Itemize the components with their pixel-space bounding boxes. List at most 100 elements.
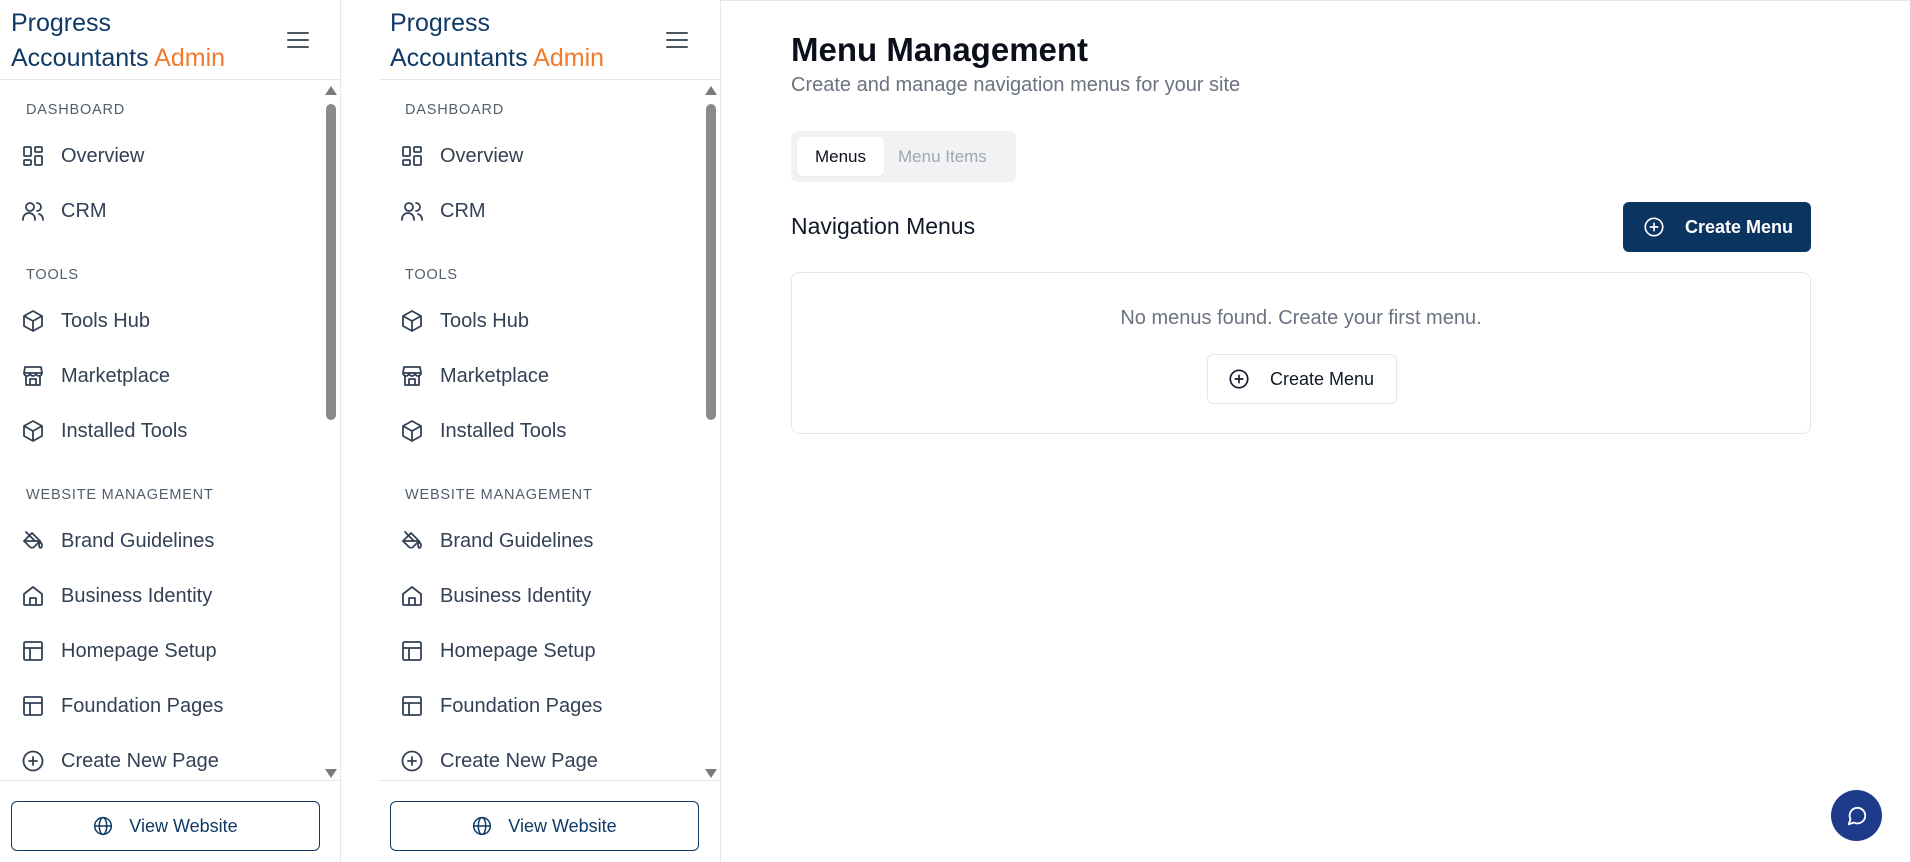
brand-logo[interactable]: Progress Accountants Admin — [11, 6, 225, 76]
plus-circle-icon — [1228, 368, 1250, 390]
home-icon — [399, 583, 425, 609]
sidebar-item-label: CRM — [61, 199, 107, 222]
tab-list: Menus Menu Items — [791, 131, 1016, 182]
brand-name: Progress — [11, 9, 112, 37]
sidebar-item-label: Brand Guidelines — [440, 529, 594, 552]
sidebar-item-label: Create New Page — [61, 749, 219, 772]
tab-menu-items[interactable]: Menu Items — [898, 137, 987, 176]
sidebar-item-label: Brand Guidelines — [61, 529, 215, 552]
sidebar-item-tools-hub[interactable]: Tools Hub — [399, 301, 529, 341]
sidebar-nav: DASHBOARD Overview CRM TOOLS Tools Hub M… — [379, 80, 705, 780]
sidebar-item-installed-tools[interactable]: Installed Tools — [399, 411, 566, 451]
sidebar-footer: View Website — [379, 780, 721, 862]
sidebar-item-marketplace[interactable]: Marketplace — [20, 356, 170, 396]
chat-button[interactable] — [1831, 790, 1882, 841]
sidebar-item-business-identity[interactable]: Business Identity — [399, 576, 591, 616]
sidebar-scrollbar[interactable] — [324, 86, 338, 778]
sidebar-item-brand-guidelines[interactable]: Brand Guidelines — [399, 521, 593, 561]
sidebar-item-label: Installed Tools — [440, 419, 567, 442]
package-icon — [399, 418, 425, 444]
sidebar-item-label: Tools Hub — [440, 309, 529, 332]
view-website-label: View Website — [129, 815, 238, 836]
message-circle-icon — [1847, 806, 1866, 825]
sidebar-item-installed-tools[interactable]: Installed Tools — [20, 411, 187, 451]
dashboard-grid-icon — [20, 143, 46, 169]
layout-icon — [399, 638, 425, 664]
section-title: Navigation Menus — [791, 213, 976, 239]
paint-bucket-icon — [20, 528, 46, 554]
sidebar-item-foundation-pages[interactable]: Foundation Pages — [399, 686, 602, 726]
brand-admin-label: Admin — [533, 44, 605, 72]
globe-icon — [94, 816, 113, 836]
sidebar-item-crm[interactable]: CRM — [399, 191, 486, 231]
brand-header: Progress Accountants Admin — [0, 0, 340, 80]
empty-state-card: No menus found. Create your first menu. … — [791, 272, 1811, 434]
plus-circle-icon — [20, 748, 46, 774]
globe-icon — [473, 816, 492, 836]
brand-admin-label: Admin — [154, 44, 226, 72]
create-first-menu-button[interactable]: Create Menu — [1207, 354, 1397, 404]
sidebar-item-label: Business Identity — [440, 584, 592, 607]
empty-state-message: No menus found. Create your first menu. — [1120, 307, 1482, 329]
create-menu-button[interactable]: Create Menu — [1623, 202, 1811, 252]
view-website-button[interactable]: View Website — [390, 801, 699, 851]
sidebar-item-foundation-pages[interactable]: Foundation Pages — [20, 686, 223, 726]
scrollbar-thumb[interactable] — [326, 104, 336, 420]
package-icon — [20, 308, 46, 334]
sidebar-item-label: Marketplace — [61, 364, 170, 387]
sidebar: Progress Accountants Admin DASHBOARD Ove… — [0, 0, 341, 862]
sidebar-toggle-button[interactable] — [284, 26, 312, 54]
sidebar-item-homepage-setup[interactable]: Homepage Setup — [20, 631, 217, 671]
view-website-button[interactable]: View Website — [11, 801, 320, 851]
sidebar-item-create-new-page[interactable]: Create New Page — [399, 741, 598, 780]
section-title-website-management: WEBSITE MANAGEMENT — [405, 487, 593, 503]
home-icon — [20, 583, 46, 609]
hamburger-icon — [287, 32, 309, 48]
store-icon — [399, 363, 425, 389]
package-icon — [399, 308, 425, 334]
create-menu-label: Create Menu — [1685, 216, 1794, 237]
sidebar-item-overview[interactable]: Overview — [399, 136, 523, 176]
brand-logo[interactable]: Progress Accountants Admin — [390, 6, 604, 76]
scroll-down-arrow-icon[interactable] — [705, 769, 717, 778]
sidebar-item-marketplace[interactable]: Marketplace — [399, 356, 549, 396]
section-title-tools: TOOLS — [405, 267, 458, 283]
users-icon — [399, 198, 425, 224]
sidebar-item-label: Business Identity — [61, 584, 213, 607]
sidebar-item-label: Overview — [440, 144, 524, 167]
brand-name-line2: Accountants — [11, 44, 149, 72]
scroll-up-arrow-icon[interactable] — [705, 86, 717, 95]
tab-menus[interactable]: Menus — [797, 137, 884, 176]
sidebar-scrollbar[interactable] — [704, 86, 718, 778]
sidebar-item-label: Marketplace — [440, 364, 549, 387]
layout-icon — [399, 693, 425, 719]
sidebar-footer: View Website — [0, 780, 340, 862]
scrollbar-thumb[interactable] — [706, 104, 716, 420]
sidebar-item-homepage-setup[interactable]: Homepage Setup — [399, 631, 596, 671]
sidebar-item-tools-hub[interactable]: Tools Hub — [20, 301, 150, 341]
create-first-menu-label: Create Menu — [1270, 368, 1375, 389]
scroll-down-arrow-icon[interactable] — [325, 769, 337, 778]
sidebar-toggle-button[interactable] — [663, 26, 691, 54]
view-website-label: View Website — [508, 815, 617, 836]
sidebar-nav: DASHBOARD Overview CRM TOOLS Tools Hub M… — [0, 80, 326, 780]
package-icon — [20, 418, 46, 444]
sidebar-item-crm[interactable]: CRM — [20, 191, 107, 231]
sidebar-item-label: Tools Hub — [61, 309, 150, 332]
sidebar-item-overview[interactable]: Overview — [20, 136, 144, 176]
section-title-dashboard: DASHBOARD — [405, 102, 505, 118]
scroll-up-arrow-icon[interactable] — [325, 86, 337, 95]
dashboard-grid-icon — [399, 143, 425, 169]
paint-bucket-icon — [399, 528, 425, 554]
sidebar-item-label: Homepage Setup — [61, 639, 217, 662]
page-title: Menu Management — [791, 31, 1089, 68]
sidebar-item-business-identity[interactable]: Business Identity — [20, 576, 212, 616]
sidebar-item-create-new-page[interactable]: Create New Page — [20, 741, 219, 780]
sidebar-item-brand-guidelines[interactable]: Brand Guidelines — [20, 521, 214, 561]
sidebar-item-label: Create New Page — [440, 749, 598, 772]
users-icon — [20, 198, 46, 224]
store-icon — [20, 363, 46, 389]
sidebar-item-label: Foundation Pages — [440, 694, 603, 717]
sidebar-item-label: CRM — [440, 199, 486, 222]
section-title-website-management: WEBSITE MANAGEMENT — [26, 487, 214, 503]
